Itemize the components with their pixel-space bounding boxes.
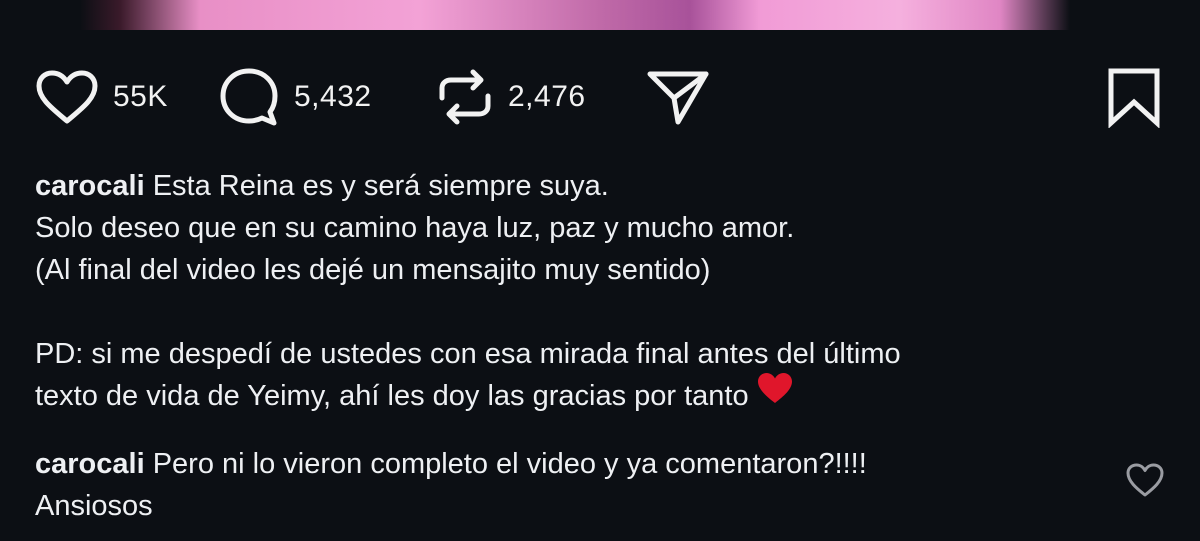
send-icon [647, 71, 709, 125]
repost-count: 2,476 [508, 80, 586, 113]
comment-count: 5,432 [294, 80, 372, 113]
post-action-bar: 55K 5,432 2,476 [0, 62, 1200, 132]
caption-username[interactable]: carocali [35, 170, 145, 202]
like-button[interactable]: 55K [35, 62, 168, 132]
comment-like-button[interactable] [1125, 462, 1165, 498]
comment-button[interactable]: 5,432 [218, 62, 372, 132]
caption-line-5: texto de vida de Yeimy, ahí les doy las … [35, 372, 1155, 417]
post-caption: carocali Esta Reina es y será siempre su… [35, 165, 1155, 417]
caption-text-1: Esta Reina es y será siempre suya. [152, 170, 609, 202]
caption-line-2: Solo deseo que en su camino haya luz, pa… [35, 212, 795, 244]
comment-item: carocali Pero ni lo vieron completo el v… [35, 443, 1095, 527]
comment-line-1: carocali Pero ni lo vieron completo el v… [35, 443, 1095, 485]
comment-bubble-icon [220, 68, 278, 126]
comment-username[interactable]: carocali [35, 448, 145, 480]
repost-icon [439, 69, 491, 125]
caption-text-5: texto de vida de Yeimy, ahí les doy las … [35, 380, 749, 412]
heart-icon [36, 70, 98, 124]
like-count: 55K [113, 80, 168, 113]
red-heart-icon [757, 372, 793, 416]
caption-line-4: PD: si me despedí de ustedes con esa mir… [35, 338, 901, 370]
save-button[interactable] [1106, 62, 1162, 132]
caption-line-1: carocali Esta Reina es y será siempre su… [35, 165, 1155, 207]
comment-text: Pero ni lo vieron completo el video y ya… [152, 448, 867, 480]
comment-line-2: Ansiosos [35, 490, 153, 522]
heart-outline-icon [1126, 463, 1164, 497]
media-preview-strip[interactable] [0, 0, 1200, 30]
share-button[interactable] [645, 62, 711, 132]
repost-button[interactable]: 2,476 [436, 62, 586, 132]
caption-line-3: (Al final del video les dejé un mensajit… [35, 254, 711, 286]
bookmark-icon [1108, 68, 1160, 128]
